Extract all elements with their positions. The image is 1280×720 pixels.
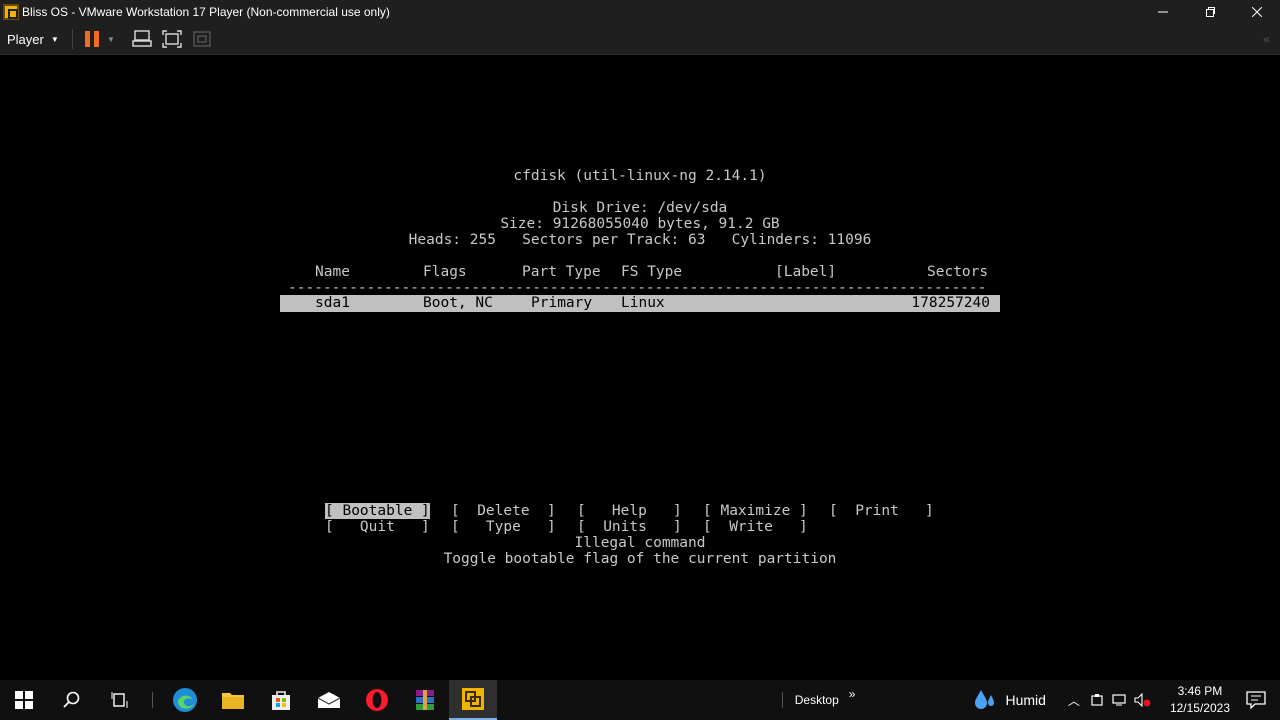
clock-date: 12/15/2023: [1169, 701, 1230, 715]
menu-quit[interactable]: [ Quit ]: [325, 519, 430, 535]
windows-logo-icon: [15, 691, 33, 709]
fit-window-icon: [162, 30, 182, 48]
partition-row-selected[interactable]: sda1 Boot, NC Primary Linux 178257240: [280, 295, 1000, 312]
player-menu[interactable]: Player ▼: [0, 32, 64, 47]
search-button[interactable]: [48, 680, 96, 720]
partition-sectors: 178257240: [911, 295, 990, 311]
maximize-button[interactable]: [1186, 0, 1233, 24]
power-options-chevron-icon[interactable]: ▼: [107, 35, 115, 44]
network-icon[interactable]: [1112, 693, 1128, 707]
menu-bootable[interactable]: [ Bootable ]: [325, 503, 430, 519]
vm-console[interactable]: cfdisk (util-linux-ng 2.14.1) Disk Drive…: [0, 56, 1280, 680]
window-titlebar: Bliss OS - VMware Workstation 17 Player …: [0, 0, 1280, 24]
taskbar-vmware[interactable]: [449, 680, 497, 720]
close-icon: [1251, 7, 1262, 17]
window-title: Bliss OS - VMware Workstation 17 Player …: [22, 5, 390, 19]
player-menu-label: Player: [7, 31, 44, 47]
partition-table-header: Name Flags Part Type FS Type [Label] Sec…: [0, 264, 1280, 280]
notifications-icon[interactable]: [1246, 691, 1266, 709]
start-button[interactable]: [0, 680, 48, 720]
menu-maximize[interactable]: [ Maximize ]: [703, 503, 808, 519]
task-view-icon: [111, 692, 128, 708]
toolbar-divider: [72, 29, 73, 49]
vmware-icon: [3, 4, 19, 20]
folder-icon: [222, 693, 244, 709]
disk-geometry-line: Heads: 255 Sectors per Track: 63 Cylinde…: [408, 232, 872, 248]
taskbar-winrar[interactable]: [401, 680, 449, 720]
onedrive-icon[interactable]: [1090, 693, 1104, 707]
desktop-divider: [781, 692, 783, 708]
edge-icon: [173, 688, 197, 712]
taskbar-store[interactable]: [257, 680, 305, 720]
store-icon: [272, 691, 290, 710]
unity-button[interactable]: [192, 29, 212, 49]
system-tray: Desktop » Humid ︿ 3:46 PM 12/15/2023: [770, 683, 1280, 717]
send-ctrl-alt-del-button[interactable]: [132, 29, 152, 49]
chevron-up-icon[interactable]: ︿: [1068, 692, 1080, 709]
vmware-player-icon: [462, 688, 484, 710]
pause-icon[interactable]: [85, 31, 99, 47]
taskbar-mail[interactable]: [305, 680, 353, 720]
taskbar-opera[interactable]: [353, 680, 401, 720]
menu-type[interactable]: [ Type ]: [451, 519, 556, 535]
menu-units[interactable]: [ Units ]: [577, 519, 682, 535]
partition-part-type: Primary: [531, 295, 593, 311]
status-message: Illegal command: [574, 535, 706, 551]
send-keys-icon: [132, 30, 152, 47]
menu-write[interactable]: [ Write ]: [703, 519, 808, 535]
column-sectors: Sectors: [927, 264, 989, 280]
maximize-icon: [1205, 7, 1215, 17]
clock-time: 3:46 PM: [1177, 684, 1223, 698]
minimize-button[interactable]: [1139, 0, 1186, 24]
partition-flags: Boot, NC: [423, 295, 493, 311]
taskbar-divider: [152, 692, 153, 708]
column-name: Name: [315, 264, 350, 280]
unity-icon: [193, 31, 211, 47]
system-clock[interactable]: 3:46 PM 12/15/2023: [1170, 683, 1230, 717]
column-label: [Label]: [775, 264, 837, 280]
disk-size-line: Size: 91268055040 bytes, 91.2 GB: [500, 216, 780, 232]
opera-icon: [366, 689, 388, 711]
chevron-down-icon: ▼: [50, 34, 59, 44]
volume-muted-icon[interactable]: [1134, 693, 1152, 707]
column-fs-type: FS Type: [621, 264, 683, 280]
menu-print[interactable]: [ Print ]: [829, 503, 934, 519]
mail-icon: [317, 692, 341, 708]
cfdisk-heading: cfdisk (util-linux-ng 2.14.1): [513, 168, 767, 184]
taskbar: Desktop » Humid ︿ 3:46 PM 12/15/2023: [0, 680, 1280, 720]
partition-fs-type: Linux: [621, 295, 665, 311]
vm-toolbar: Player ▼ ▼ «: [0, 24, 1280, 55]
close-button[interactable]: [1233, 0, 1280, 24]
minimize-icon: [1157, 11, 1168, 13]
menu-help[interactable]: [ Help ]: [577, 503, 682, 519]
weather-label[interactable]: Humid: [1005, 692, 1045, 708]
task-view-button[interactable]: [96, 680, 144, 720]
partition-name: sda1: [315, 295, 350, 311]
taskbar-file-explorer[interactable]: [209, 680, 257, 720]
winrar-icon: [416, 690, 434, 710]
fit-guest-button[interactable]: [162, 29, 182, 49]
toolbar-overflow-icon[interactable]: »: [849, 687, 856, 701]
disk-drive-line: Disk Drive: /dev/sda: [552, 200, 728, 216]
desktop-toolbar-label[interactable]: Desktop: [795, 693, 839, 707]
humidity-icon[interactable]: [973, 689, 997, 711]
column-flags: Flags: [423, 264, 467, 280]
column-part-type: Part Type: [522, 264, 601, 280]
menu-delete[interactable]: [ Delete ]: [451, 503, 556, 519]
help-text: Toggle bootable flag of the current part…: [443, 551, 837, 567]
search-icon: [63, 691, 80, 708]
header-divider: ----------------------------------------…: [288, 280, 987, 296]
taskbar-edge[interactable]: [161, 680, 209, 720]
collapse-toolbar-icon[interactable]: «: [1263, 32, 1270, 46]
